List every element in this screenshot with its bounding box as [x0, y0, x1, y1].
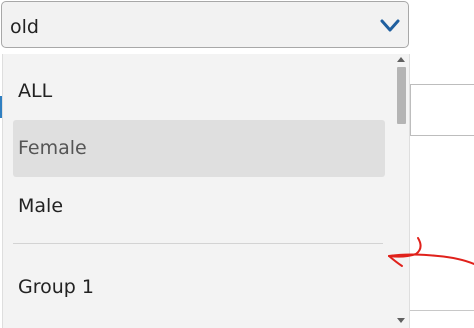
- option-male[interactable]: Male: [13, 178, 385, 235]
- background-divider: [410, 310, 474, 311]
- option-female[interactable]: Female: [13, 120, 385, 177]
- scroll-down-arrow-icon[interactable]: [397, 318, 405, 323]
- option-label: ALL: [18, 80, 53, 102]
- select-value: old: [10, 16, 39, 38]
- scroll-up-arrow-icon[interactable]: [397, 57, 405, 62]
- scrollbar-thumb[interactable]: [397, 67, 406, 124]
- option-label: Group 1: [18, 276, 94, 298]
- option-group-separator: [13, 243, 383, 244]
- dropdown-list: ALL Female Male Group 1: [2, 54, 410, 328]
- dropdown-scrollbar[interactable]: [394, 54, 408, 328]
- option-all[interactable]: ALL: [13, 63, 385, 120]
- option-label: Female: [18, 137, 87, 159]
- option-group-1[interactable]: Group 1: [13, 259, 385, 316]
- hand-drawn-arrow-icon: [388, 237, 474, 267]
- background-input-fragment: [410, 84, 474, 136]
- filter-select[interactable]: old: [1, 1, 409, 48]
- option-label: Male: [18, 195, 64, 217]
- chevron-down-icon[interactable]: [380, 19, 400, 33]
